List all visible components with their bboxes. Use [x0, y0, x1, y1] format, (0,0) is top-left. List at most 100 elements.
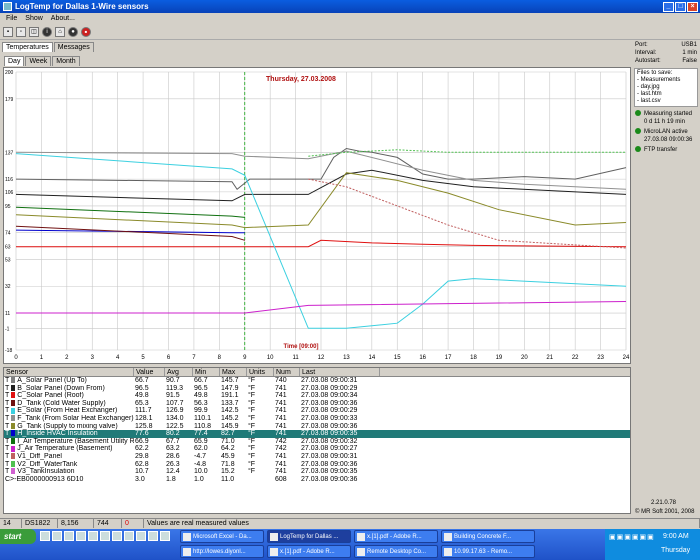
x-tick-label: 20 — [521, 355, 528, 361]
tab-month[interactable]: Month — [52, 56, 80, 66]
files-box: Files to save: - Measurements - day.jpg … — [634, 68, 698, 107]
table-row[interactable]: T A_Solar Panel (Up To) 66.7 90.7 66.7 145.7 °… — [4, 377, 630, 385]
cell-max: 71.8 — [221, 460, 235, 468]
table-row[interactable]: T V2_Diff_WaterTank 62.8 26.3 -4.8 71.8 °F 741 2… — [4, 461, 630, 469]
menu-show[interactable]: Show — [25, 15, 43, 22]
col-avg[interactable]: Avg — [165, 368, 193, 376]
table-row[interactable]: T E_Solar (From Heat Exchanger) 111.7 126.9… — [4, 407, 630, 415]
stop-icon[interactable]: ■ — [81, 27, 91, 37]
start-button[interactable]: start — [0, 529, 36, 544]
sensor-name: E_Solar (From Heat Exchanger) — [17, 407, 118, 415]
task-remote-ip[interactable]: 10.99.17.63 - Remo... — [441, 545, 535, 558]
table-header: Sensor Value Avg Min Max Units Num Last — [4, 368, 630, 377]
tab-messages[interactable]: Messages — [53, 42, 94, 52]
col-last[interactable]: Last — [300, 368, 380, 376]
menu-file[interactable]: File — [6, 15, 17, 22]
delete-icon[interactable]: ▫ — [16, 27, 26, 37]
table-row[interactable]: T I_Air Temperature (Basement Utility Roo… — [4, 438, 630, 446]
cell-max: 145.2 — [221, 414, 239, 422]
table-row[interactable]: T D_Tank (Cold Water Supply) 65.3 107.7 56.3… — [4, 400, 630, 408]
quicklaunch-icon[interactable] — [40, 531, 50, 541]
quicklaunch-icon[interactable] — [52, 531, 62, 541]
cell-avg: 134.0 — [166, 414, 184, 422]
quicklaunch-icon[interactable] — [100, 531, 110, 541]
tab-temperatures[interactable]: Temperatures — [2, 42, 53, 52]
info-icon[interactable]: i — [42, 27, 52, 37]
file-item: - last.htm — [637, 91, 662, 97]
menu-about[interactable]: About... — [51, 15, 75, 22]
quicklaunch-icon[interactable] — [76, 531, 86, 541]
cell-sensor: T F_Tank (From Solar Heat Exchanger) — [4, 415, 134, 423]
table-row[interactable]: T V1_Diff_Panel 29.8 28.6 -4.7 45.9 °F 741 27.03… — [4, 453, 630, 461]
table-row[interactable]: T F_Tank (From Solar Heat Exchanger) 128.1… — [4, 415, 630, 423]
x-tick-label: 12 — [318, 355, 325, 361]
x-tick-label: 14 — [368, 355, 375, 361]
minimize-button[interactable]: _ — [663, 1, 674, 12]
chart-title: Thursday, 27.03.2008 — [266, 76, 336, 83]
tray-icons[interactable]: ▣▣▣▣▣▣ — [609, 533, 655, 541]
cell-units: °F — [248, 399, 256, 407]
cell-num: 741 — [275, 407, 287, 415]
cell-max: 15.2 — [221, 468, 235, 476]
main-tabs: Temperatures Messages — [2, 42, 94, 52]
table-row[interactable]: T B_Solar Panel (Down From) 96.5 119.3 96.5 1… — [4, 385, 630, 393]
x-tick-label: 23 — [597, 355, 604, 361]
connect-icon[interactable]: ⌂ — [55, 27, 65, 37]
task-logtemp[interactable]: LogTemp for Dallas ... — [267, 530, 351, 543]
cell-value: 125.8 — [135, 422, 153, 430]
table-row[interactable]: T J_Air Temperature (Basement) 62.2 63.2 62.… — [4, 445, 630, 453]
table-row[interactable]: C>-EB0000000913 6D10 3.0 1.8 1.0 11.0 608 27.0… — [4, 476, 630, 484]
cell-max: 133.7 — [221, 399, 239, 407]
col-units[interactable]: Units — [247, 368, 274, 376]
quicklaunch-icon[interactable] — [64, 531, 74, 541]
status-led-icon — [635, 110, 641, 117]
x-tick-label: 10 — [267, 355, 274, 361]
cell-min: 1.0 — [194, 475, 204, 483]
cell-min: 49.8 — [194, 392, 208, 400]
close-button[interactable]: × — [687, 1, 698, 12]
sensor-table: Sensor Value Avg Min Max Units Num Last … — [3, 367, 631, 514]
task-excel[interactable]: Microsoft Excel - Da... — [180, 530, 264, 543]
task-building[interactable]: Building Concrete F... — [441, 530, 535, 543]
color-swatch — [11, 377, 16, 384]
table-row[interactable]: T C_Solar Panel (Roof) 49.8 91.5 49.8 191.1 °F… — [4, 392, 630, 400]
save-icon[interactable]: ▪ — [3, 27, 13, 37]
sensor-type-icon: T — [5, 422, 10, 430]
cell-max: 145.7 — [221, 377, 239, 384]
record-icon[interactable]: ● — [68, 27, 78, 37]
status-errors: 0 — [122, 519, 144, 528]
cell-value: 77.6 — [135, 430, 149, 438]
col-max[interactable]: Max — [220, 368, 247, 376]
sensor-type-icon: T — [5, 460, 10, 468]
y-tick-label: 116 — [5, 177, 13, 183]
quicklaunch-icon[interactable] — [124, 531, 134, 541]
quicklaunch-icon[interactable] — [148, 531, 158, 541]
interval-label: Interval: — [635, 50, 657, 56]
table-row[interactable]: T V3_TankInsulation 10.7 12.4 10.0 15.2 °F 741 2… — [4, 468, 630, 476]
color-swatch — [11, 415, 16, 422]
table-row[interactable]: T H_Inside HVAC Insulation 77.6 80.2 77.4 82.… — [4, 430, 630, 438]
table-row[interactable]: T G_Tank (Supply to mixing valve) 125.8 122… — [4, 423, 630, 431]
quicklaunch-icon[interactable] — [112, 531, 122, 541]
col-min[interactable]: Min — [193, 368, 220, 376]
quicklaunch-icon[interactable] — [160, 531, 170, 541]
task-adobe-1[interactable]: x.[1].pdf - Adobe R... — [354, 530, 438, 543]
status-microlan-value: 27.03.08 09:00:36 — [644, 137, 693, 143]
tab-week[interactable]: Week — [25, 56, 52, 66]
col-num[interactable]: Num — [274, 368, 300, 376]
quicklaunch-icon[interactable] — [88, 531, 98, 541]
cell-avg: 119.3 — [166, 384, 183, 392]
task-lowes[interactable]: http://lowes.diyonl... — [180, 545, 264, 558]
task-remote-desktop[interactable]: Remote Desktop Co... — [354, 545, 438, 558]
tab-day[interactable]: Day — [4, 56, 25, 66]
maximize-button[interactable]: □ — [675, 1, 686, 12]
folder-icon[interactable]: ◫ — [29, 27, 39, 37]
cell-num: 741 — [275, 430, 287, 438]
sensor-type-icon: T — [5, 384, 10, 392]
quicklaunch-icon[interactable] — [136, 531, 146, 541]
col-sensor[interactable]: Sensor — [4, 368, 134, 376]
cell-num: 741 — [275, 468, 287, 476]
task-adobe-2[interactable]: x.[1].pdf - Adobe R... — [267, 545, 351, 558]
cell-last: 27.03.08 09:00:36 — [301, 460, 358, 468]
col-value[interactable]: Value — [134, 368, 165, 376]
